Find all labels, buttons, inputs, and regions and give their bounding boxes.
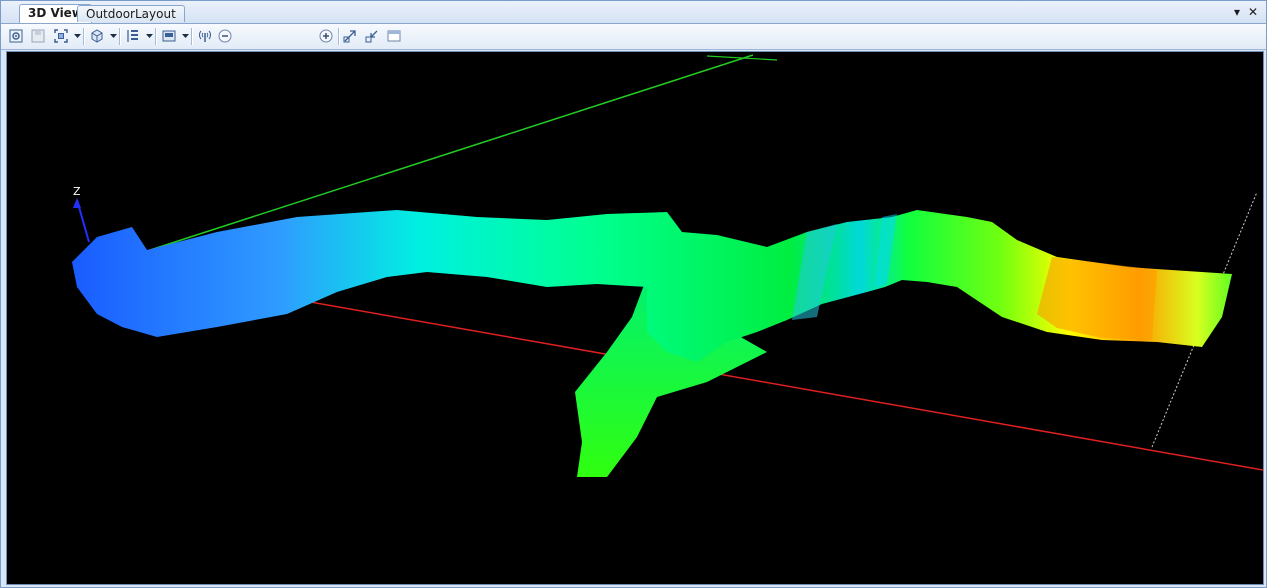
toolbar-separator [119, 28, 121, 45]
window-menu-dropdown[interactable]: ▾ [1230, 5, 1244, 19]
tab-outdoor-layout[interactable]: OutdoorLayout [77, 5, 185, 22]
zoom-out-icon[interactable] [216, 27, 234, 45]
zoom-in-icon[interactable] [317, 27, 335, 45]
toolbar-separator [83, 28, 85, 45]
z-axis-arrow-icon [73, 198, 81, 208]
z-axis-label: Z [73, 185, 81, 198]
view-cube-icon[interactable] [88, 27, 106, 45]
render-mode-icon[interactable] [160, 27, 178, 45]
render-mode-dropdown[interactable] [181, 27, 189, 45]
fit-view-icon[interactable] [52, 27, 70, 45]
layers-icon[interactable] [124, 27, 142, 45]
window-icon[interactable] [385, 27, 403, 45]
fit-view-dropdown[interactable] [73, 27, 81, 45]
save-image-icon[interactable] [29, 27, 47, 45]
shrink-icon[interactable] [363, 27, 381, 45]
3d-viewport[interactable]: Z [6, 51, 1264, 585]
3d-view-window: 3D View OutdoorLayout ▾ ✕ Z [0, 0, 1267, 588]
toolbar [1, 24, 1266, 65]
3d-scene [72, 54, 1263, 477]
tab-bar: 3D View OutdoorLayout ▾ ✕ [1, 1, 1266, 24]
toolbar-separator [155, 28, 157, 45]
expand-icon[interactable] [341, 27, 359, 45]
close-icon[interactable]: ✕ [1246, 5, 1260, 19]
antenna-icon[interactable] [196, 27, 214, 45]
layers-dropdown[interactable] [145, 27, 153, 45]
toolbar-separator [191, 28, 193, 45]
y-axis-tick [706, 55, 778, 61]
camera-icon[interactable] [7, 27, 25, 45]
toolbar-separator [338, 28, 340, 45]
z-axis-indicator [73, 198, 90, 243]
view-cube-dropdown[interactable] [109, 27, 117, 45]
